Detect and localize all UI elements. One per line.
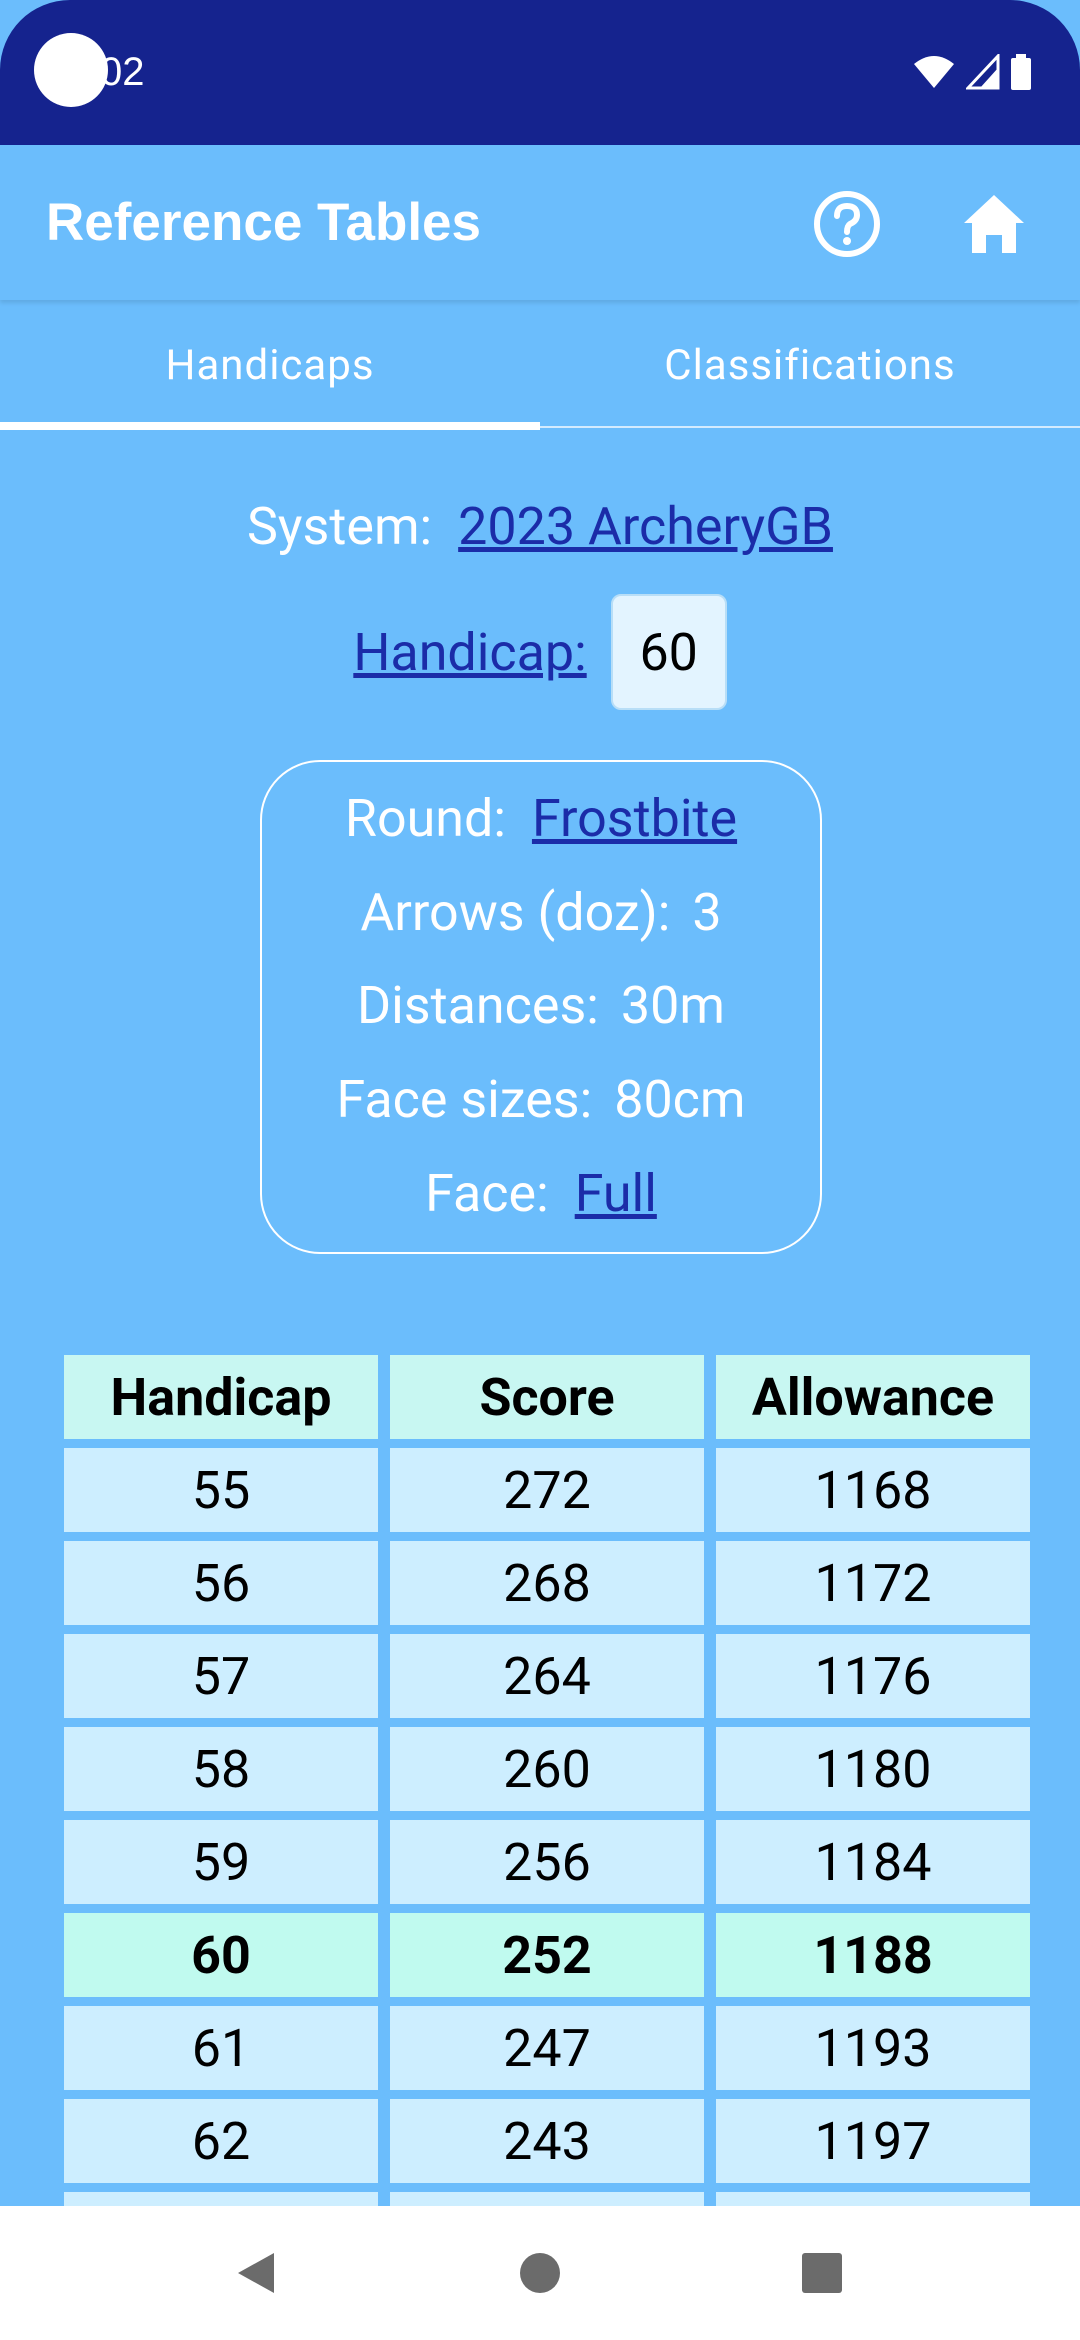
distances-row: Distances: 30m <box>262 975 820 1036</box>
face-row: Face: Full <box>262 1163 820 1224</box>
help-circle-icon <box>814 191 880 257</box>
handicap-cell: 56 <box>64 1541 378 1625</box>
table-row: 62 243 1197 <box>64 2099 1030 2183</box>
handicap-cell: 57 <box>64 1634 378 1718</box>
score-cell: 252 <box>390 1913 704 1997</box>
nav-back-button[interactable] <box>196 2206 316 2340</box>
tab-selected-indicator <box>0 422 540 430</box>
allowance-cell: 1176 <box>716 1634 1030 1718</box>
distances-value: 30m <box>620 975 725 1036</box>
header-score: Score <box>390 1355 704 1439</box>
handicap-cell: 60 <box>64 1913 378 1997</box>
header-handicap: Handicap <box>64 1355 378 1439</box>
score-cell: 247 <box>390 2006 704 2090</box>
handicap-cell: 62 <box>64 2099 378 2183</box>
wifi-icon <box>914 56 954 88</box>
system-link[interactable]: 2023 ArcheryGB <box>458 496 833 557</box>
face-sizes-label: Face sizes: <box>336 1069 593 1130</box>
arrows-label: Arrows (doz): <box>360 882 671 943</box>
system-nav-bar <box>0 2206 1080 2340</box>
signal-icon <box>966 54 1000 90</box>
nav-home-button[interactable] <box>480 2206 600 2340</box>
status-icons <box>912 54 1032 90</box>
table-row: 55 272 1168 <box>64 1448 1030 1532</box>
help-button[interactable] <box>812 189 882 259</box>
table-row: 57 264 1176 <box>64 1634 1030 1718</box>
handicap-cell: 61 <box>64 2006 378 2090</box>
page-title: Reference Tables <box>46 193 481 252</box>
arrows-value: 3 <box>692 882 722 943</box>
tab-classifications[interactable]: Classifications <box>540 300 1080 430</box>
handicap-cell: 59 <box>64 1820 378 1904</box>
home-button[interactable] <box>958 189 1030 259</box>
handicap-cell: 55 <box>64 1448 378 1532</box>
handicap-input[interactable]: 60 <box>610 594 727 710</box>
table-row-highlighted: 60 252 1188 <box>64 1913 1030 1997</box>
round-info-box: Round: Frostbite Arrows (doz): 3 Distanc… <box>260 760 822 1254</box>
round-link[interactable]: Frostbite <box>532 788 737 849</box>
score-cell: 260 <box>390 1727 704 1811</box>
allowance-cell: 1188 <box>716 1913 1030 1997</box>
allowance-cell: 1184 <box>716 1820 1030 1904</box>
face-sizes-row: Face sizes: 80cm <box>262 1069 820 1130</box>
back-triangle-icon <box>238 2253 274 2293</box>
round-label: Round: <box>344 788 506 849</box>
face-link[interactable]: Full <box>575 1163 657 1224</box>
camera-cutout <box>34 33 108 107</box>
allowance-cell: 1180 <box>716 1727 1030 1811</box>
app-bar: Reference Tables <box>0 145 1080 300</box>
recents-square-icon <box>802 2253 842 2293</box>
table-header-row: Handicap Score Allowance <box>64 1355 1030 1439</box>
score-cell: 268 <box>390 1541 704 1625</box>
system-label: System: <box>247 495 433 557</box>
handicap-cell: 58 <box>64 1727 378 1811</box>
tab-handicaps[interactable]: Handicaps <box>0 300 540 430</box>
tab-bar: Handicaps Classifications <box>0 300 1080 430</box>
nav-recents-button[interactable] <box>762 2206 882 2340</box>
score-cell: 243 <box>390 2099 704 2183</box>
battery-icon <box>1011 54 1031 90</box>
score-cell: 272 <box>390 1448 704 1532</box>
allowance-cell: 1193 <box>716 2006 1030 2090</box>
table-row: 58 260 1180 <box>64 1727 1030 1811</box>
status-time: 02 <box>100 50 145 94</box>
round-row: Round: Frostbite <box>262 788 820 849</box>
handicap-link[interactable]: Handicap: <box>353 622 586 683</box>
score-cell: 264 <box>390 1634 704 1718</box>
handicap-row: Handicap: 60 <box>0 594 1080 710</box>
face-sizes-value: 80cm <box>614 1069 746 1130</box>
table-row: 56 268 1172 <box>64 1541 1030 1625</box>
header-allowance: Allowance <box>716 1355 1030 1439</box>
allowance-cell: 1172 <box>716 1541 1030 1625</box>
score-cell: 256 <box>390 1820 704 1904</box>
status-bar: 02 <box>0 0 1080 145</box>
table-row: 61 247 1193 <box>64 2006 1030 2090</box>
home-icon <box>964 195 1024 253</box>
system-row: System: 2023 ArcheryGB <box>0 490 1080 562</box>
home-circle-icon <box>520 2253 560 2293</box>
face-label: Face: <box>425 1163 549 1224</box>
distances-label: Distances: <box>357 975 599 1036</box>
table-row: 59 256 1184 <box>64 1820 1030 1904</box>
arrows-row: Arrows (doz): 3 <box>262 882 820 943</box>
handicap-table: Handicap Score Allowance 55 272 1168 56 … <box>52 1346 1042 2285</box>
allowance-cell: 1197 <box>716 2099 1030 2183</box>
allowance-cell: 1168 <box>716 1448 1030 1532</box>
